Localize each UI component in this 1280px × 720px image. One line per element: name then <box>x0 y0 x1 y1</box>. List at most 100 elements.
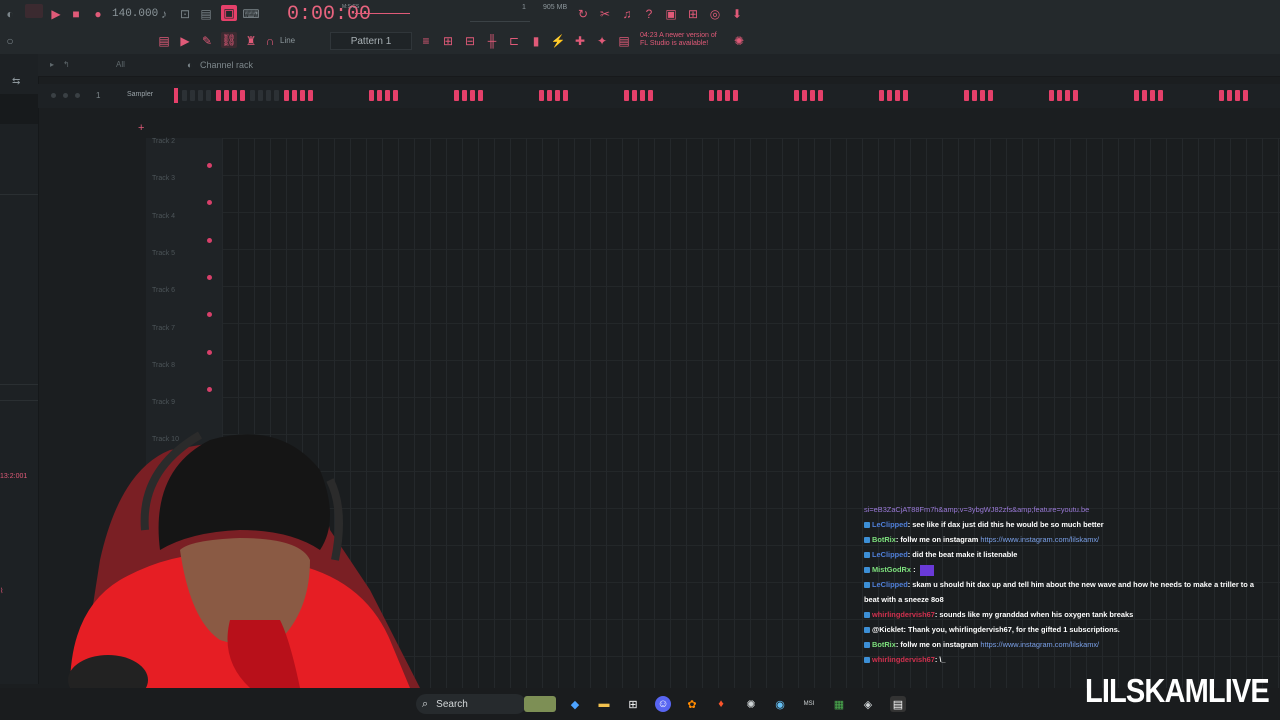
step-button[interactable] <box>988 90 993 101</box>
step-button[interactable] <box>385 90 390 101</box>
channel-mute-led[interactable] <box>51 93 56 98</box>
discord-icon[interactable]: ☺ <box>655 696 671 712</box>
chat-username[interactable]: BotRix <box>872 535 896 544</box>
minecraft-icon[interactable]: ▦ <box>831 696 847 712</box>
chatgpt-icon[interactable]: ✺ <box>743 696 759 712</box>
step-button[interactable] <box>632 90 637 101</box>
browser-icon[interactable]: ⊏ <box>506 33 522 49</box>
track-mute-led[interactable] <box>207 237 212 243</box>
typing-keyboard-icon[interactable]: ⌨ <box>242 6 259 22</box>
mixer-icon[interactable]: ⊞ <box>685 6 701 22</box>
step-button[interactable] <box>980 90 985 101</box>
step-button[interactable] <box>1243 90 1248 101</box>
track-label[interactable]: Track 8 <box>152 362 175 369</box>
step-button[interactable] <box>802 90 807 101</box>
step-button[interactable] <box>964 90 969 101</box>
brave-icon[interactable]: ♦ <box>713 696 729 712</box>
download-icon[interactable]: ⬇ <box>729 6 745 22</box>
pencil-icon[interactable]: ✎ <box>199 33 215 49</box>
channel-select-indicator[interactable] <box>174 88 178 103</box>
chat-username[interactable]: whirlingdervish67 <box>872 610 935 619</box>
step-button[interactable] <box>717 90 722 101</box>
playlist-icon[interactable]: ≡ <box>418 33 434 49</box>
chat-username[interactable]: LeClipped <box>872 520 908 529</box>
add-channel-button[interactable]: + <box>138 122 144 134</box>
fl-logo-icon[interactable]: ◐ <box>2 6 18 22</box>
step-button[interactable] <box>198 90 203 101</box>
step-button[interactable] <box>887 90 892 101</box>
chat-icon[interactable]: ◎ <box>707 6 723 22</box>
master-volume-line[interactable] <box>355 13 410 14</box>
play-button[interactable]: ▶ <box>48 6 64 22</box>
wrench-icon[interactable]: ✦ <box>594 33 610 49</box>
step-button[interactable] <box>182 90 187 101</box>
channel-pan-knob[interactable] <box>63 93 68 98</box>
channel-volume-knob[interactable] <box>75 93 80 98</box>
undo-history-icon[interactable]: ↻ <box>575 6 591 22</box>
step-button[interactable] <box>810 90 815 101</box>
channel-number[interactable]: 1 <box>96 91 100 100</box>
step-button[interactable] <box>274 90 279 101</box>
track-label[interactable]: Track 4 <box>152 213 175 220</box>
step-button[interactable] <box>648 90 653 101</box>
step-button[interactable] <box>478 90 483 101</box>
plugin-icon[interactable]: ▮ <box>528 33 544 49</box>
record-button[interactable]: ● <box>90 6 106 22</box>
step-button[interactable] <box>462 90 467 101</box>
metronome-icon[interactable]: ♪ <box>156 6 172 22</box>
microphone-icon[interactable]: ♫ <box>619 6 635 22</box>
browser-folder-icon[interactable]: ⇆ <box>12 76 20 87</box>
save-icon[interactable]: ▣ <box>663 6 679 22</box>
track-mute-led[interactable] <box>207 274 212 280</box>
pattern-mode-icon[interactable]: ▤ <box>156 33 172 49</box>
chat-username[interactable]: LeClipped <box>872 550 908 559</box>
file-explorer-icon[interactable]: ▬ <box>596 696 612 712</box>
countdown-icon[interactable]: ▤ <box>198 6 214 22</box>
step-button[interactable] <box>879 90 884 101</box>
track-mute-led[interactable] <box>207 163 212 168</box>
channel-rack-icon[interactable]: ⊟ <box>462 33 478 49</box>
channel-rack-arrow-icon[interactable]: ▸ <box>50 60 54 69</box>
track-mute-led[interactable] <box>207 349 212 355</box>
step-button[interactable] <box>563 90 568 101</box>
next-icon[interactable]: ▶ <box>177 33 193 49</box>
song-pattern-toggle[interactable] <box>25 4 43 18</box>
fl-studio-icon[interactable]: ✿ <box>684 696 700 712</box>
step-button[interactable] <box>216 90 221 101</box>
step-button[interactable] <box>232 90 237 101</box>
search-highlight-icon[interactable] <box>524 696 556 712</box>
cut-icon[interactable]: ✂ <box>597 6 613 22</box>
track-label[interactable]: Track 3 <box>152 175 175 182</box>
step-button[interactable] <box>1158 90 1163 101</box>
link-icon[interactable]: ⛓ <box>221 32 237 48</box>
msi-icon[interactable]: MSI <box>801 696 817 712</box>
step-button[interactable] <box>972 90 977 101</box>
step-button[interactable] <box>1150 90 1155 101</box>
step-button[interactable] <box>709 90 714 101</box>
news-panel[interactable]: 04:23 A newer version of FL Studio is av… <box>640 32 735 48</box>
tool-icon[interactable]: ✚ <box>572 33 588 49</box>
snap-selector[interactable]: Line <box>280 36 295 45</box>
pattern-selector[interactable]: Pattern 1 <box>330 32 412 50</box>
step-button[interactable] <box>818 90 823 101</box>
chat-username[interactable]: whirlingdervish67 <box>872 655 935 664</box>
step-button[interactable] <box>725 90 730 101</box>
globe-icon[interactable]: ✺ <box>731 33 747 49</box>
channel-rack-back-icon[interactable]: ↰ <box>63 60 70 69</box>
step-button[interactable] <box>539 90 544 101</box>
step-button[interactable] <box>1134 90 1139 101</box>
step-button[interactable] <box>190 90 195 101</box>
step-button[interactable] <box>1057 90 1062 101</box>
chat-username[interactable]: BotRix <box>872 640 896 649</box>
step-button[interactable] <box>393 90 398 101</box>
channel-filter[interactable]: All <box>116 60 125 69</box>
chat-link[interactable]: https://www.instagram.com/lilskamx/ <box>980 640 1099 649</box>
help-icon[interactable]: ? <box>641 6 657 22</box>
step-button[interactable] <box>1227 90 1232 101</box>
track-label[interactable]: Track 9 <box>152 399 175 406</box>
channel-name-button[interactable]: Sampler <box>127 91 153 98</box>
chat-username[interactable]: LeClipped <box>872 580 908 589</box>
step-button[interactable] <box>903 90 908 101</box>
chat-link[interactable]: https://www.instagram.com/lilskamx/ <box>980 535 1099 544</box>
step-button[interactable] <box>1065 90 1070 101</box>
